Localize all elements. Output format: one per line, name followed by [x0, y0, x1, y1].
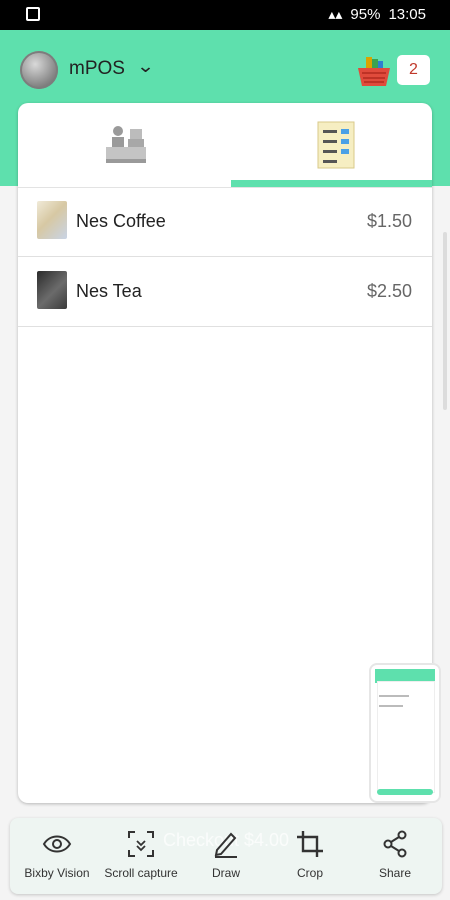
product-name: Nes Coffee [76, 211, 166, 231]
product-name: Nes Tea [76, 281, 142, 301]
tool-label: Crop [296, 866, 323, 880]
screenshot-preview[interactable] [369, 663, 441, 803]
preview-button [377, 789, 433, 795]
pen-icon [214, 832, 237, 858]
cart-count-badge[interactable]: 2 [397, 55, 430, 85]
bixby-vision-button[interactable]: Bixby Vision [14, 830, 100, 880]
chevron-down-icon[interactable]: ⌄ [136, 56, 154, 77]
product-thumbnail [37, 271, 67, 309]
crop-button[interactable]: Crop [267, 830, 353, 880]
basket-icon[interactable] [356, 53, 392, 89]
avatar[interactable] [20, 51, 58, 89]
tool-label: Scroll capture [104, 866, 178, 880]
gallery-icon [26, 7, 40, 21]
status-bar: ▴▴ 95% 13:05 [0, 0, 450, 30]
cash-register-icon [106, 126, 146, 163]
signal-icon: ▴▴ [328, 6, 343, 23]
tool-label: Draw [211, 866, 240, 880]
battery-level: 95% [350, 6, 381, 23]
eye-icon [42, 835, 72, 853]
app-name[interactable]: mPOS [69, 58, 125, 80]
order-list-icon [317, 121, 355, 169]
clock: 13:05 [388, 6, 426, 23]
product-thumbnail [37, 201, 67, 239]
scroll-capture-icon [128, 831, 154, 857]
tab-register[interactable] [18, 103, 225, 187]
scrollbar[interactable] [443, 232, 447, 410]
product-row[interactable]: Nes Coffee $1.50 [18, 187, 432, 257]
tab-bar [18, 103, 432, 188]
tab-orders[interactable] [225, 103, 432, 187]
scroll-capture-button[interactable]: Scroll capture [98, 830, 184, 880]
status-icons: ▴▴ 95% 13:05 [328, 6, 426, 23]
preview-line [379, 705, 403, 707]
preview-content [377, 681, 435, 793]
active-tab-indicator [231, 180, 432, 187]
product-price: $2.50 [366, 281, 412, 301]
tool-label: Bixby Vision [24, 866, 90, 880]
product-price: $1.50 [366, 211, 412, 231]
preview-line [379, 695, 409, 697]
crop-icon [297, 831, 323, 857]
tool-label: Share [378, 866, 412, 880]
share-icon [383, 830, 407, 858]
share-button[interactable]: Share [352, 830, 438, 880]
product-row[interactable]: Nes Tea $2.50 [18, 257, 432, 327]
draw-button[interactable]: Draw [183, 830, 269, 880]
screenshot-toolbar: Checkout $4.00 Bixby Vision Scroll captu… [10, 818, 442, 894]
